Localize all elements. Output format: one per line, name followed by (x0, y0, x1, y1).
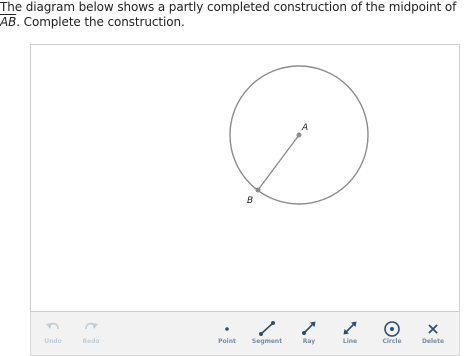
line-icon (343, 321, 357, 335)
undo-icon (46, 322, 59, 330)
ray-label: Ray (302, 338, 316, 345)
question-prompt: The diagram below shows a partly complet… (0, 0, 474, 30)
construction-drawing[interactable]: A B (31, 45, 459, 311)
redo-icon (85, 322, 98, 330)
point-tool[interactable]: Point (205, 312, 249, 355)
segment-icon (259, 321, 275, 336)
ray-tool[interactable]: Ray (287, 312, 331, 355)
segment-tool[interactable]: Segment (245, 312, 289, 355)
segment-ab[interactable] (257, 134, 300, 191)
redo-label: Redo (82, 338, 100, 345)
ray-icon (302, 321, 316, 335)
circle-label: Circle (382, 338, 402, 345)
point-label: Point (218, 338, 236, 345)
construction-toolbar: Undo Redo Point Segment Ray Line Circle … (30, 312, 460, 356)
segment-label: Segment (251, 338, 283, 345)
prompt-text-after: . Complete the construction. (16, 15, 185, 29)
segment-ab-label: AB (0, 15, 17, 29)
line-label: Line (342, 338, 358, 345)
point-a[interactable] (296, 132, 302, 138)
delete-icon (428, 324, 438, 334)
redo-button[interactable]: Redo (69, 312, 113, 355)
delete-tool[interactable]: Delete (411, 312, 455, 355)
circle-icon (384, 321, 400, 337)
point-b-label: B (247, 196, 253, 206)
prompt-text-before: The diagram below shows a partly complet… (0, 0, 457, 14)
construction-canvas[interactable]: A B (30, 44, 460, 312)
line-tool[interactable]: Line (328, 312, 372, 355)
point-a-label: A (301, 123, 308, 133)
point-b[interactable] (255, 187, 261, 193)
point-icon (225, 327, 229, 331)
delete-label: Delete (421, 338, 445, 345)
circle-tool[interactable]: Circle (370, 312, 414, 355)
